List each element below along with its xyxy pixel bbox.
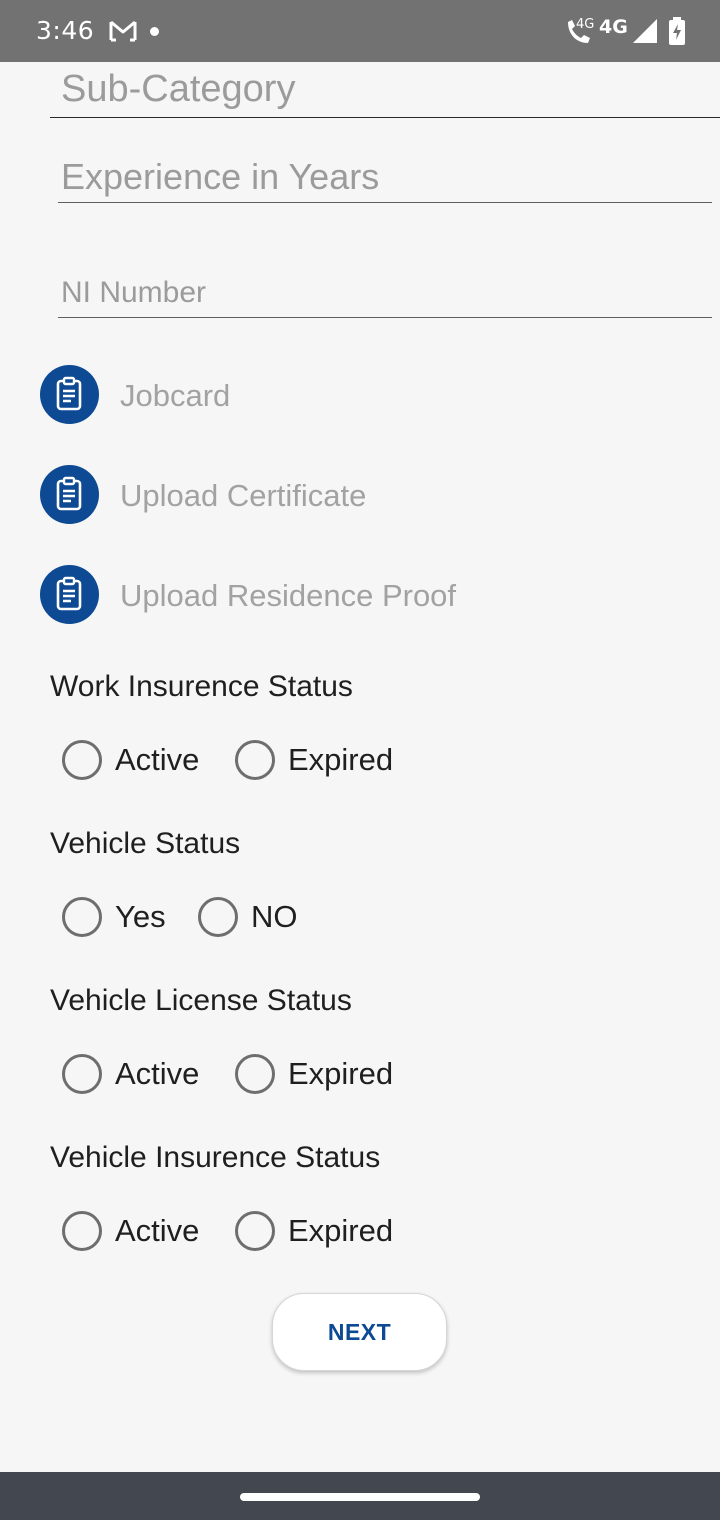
vehicle-license-expired-radio[interactable]: Expired xyxy=(235,1054,405,1094)
radio-label: Expired xyxy=(288,1213,394,1248)
document-upload-icon[interactable] xyxy=(40,565,99,624)
battery-charging-icon xyxy=(669,17,685,45)
home-gesture-handle[interactable] xyxy=(240,1493,480,1501)
radio-label: Expired xyxy=(288,1056,394,1091)
sub-category-field[interactable]: Sub-Category xyxy=(50,62,720,118)
radio-label: NO xyxy=(251,899,298,934)
navigation-bar xyxy=(0,1472,720,1520)
radio-circle[interactable] xyxy=(62,897,102,937)
radio-circle[interactable] xyxy=(235,1054,275,1094)
radio-label: Expired xyxy=(288,742,394,777)
next-button[interactable]: NEXT xyxy=(272,1293,447,1371)
upload-certificate-label: Upload Certificate xyxy=(120,478,367,513)
document-upload-icon[interactable] xyxy=(40,365,99,424)
radio-circle[interactable] xyxy=(198,897,238,937)
upload-residence-proof-row[interactable]: Upload Residence Proof xyxy=(40,565,640,625)
radio-label: Yes xyxy=(115,899,166,934)
status-bar: 3:46 4G 4G xyxy=(0,0,720,62)
upload-certificate-row[interactable]: Upload Certificate xyxy=(40,465,640,525)
vehicle-status-yes-radio[interactable]: Yes xyxy=(62,897,172,937)
radio-circle[interactable] xyxy=(62,1211,102,1251)
gmail-icon xyxy=(109,20,137,42)
radio-circle[interactable] xyxy=(62,1054,102,1094)
ni-number-placeholder: NI Number xyxy=(61,276,207,309)
radio-label: Active xyxy=(115,742,200,777)
document-upload-icon[interactable] xyxy=(40,465,99,524)
notification-dot-icon xyxy=(150,27,159,36)
experience-placeholder: Experience in Years xyxy=(61,156,380,197)
work-insurance-active-radio[interactable]: Active xyxy=(62,740,212,780)
vehicle-status-title: Vehicle Status xyxy=(50,827,241,860)
upload-jobcard-row[interactable]: Jobcard xyxy=(40,365,640,425)
radio-label: Active xyxy=(115,1213,200,1248)
sub-category-placeholder: Sub-Category xyxy=(61,68,296,110)
upload-residence-proof-label: Upload Residence Proof xyxy=(120,578,457,613)
vehicle-insurance-status-title: Vehicle Insurence Status xyxy=(50,1141,381,1174)
status-time: 3:46 xyxy=(36,16,95,45)
upload-jobcard-label: Jobcard xyxy=(120,378,231,413)
vehicle-license-status-title: Vehicle License Status xyxy=(50,984,352,1017)
work-insurance-expired-radio[interactable]: Expired xyxy=(235,740,405,780)
radio-circle[interactable] xyxy=(235,740,275,780)
vehicle-license-active-radio[interactable]: Active xyxy=(62,1054,212,1094)
ni-number-input[interactable]: NI Number xyxy=(58,272,712,318)
call-network-label: 4G xyxy=(576,17,595,32)
vehicle-insurance-expired-radio[interactable]: Expired xyxy=(235,1211,405,1251)
vehicle-status-no-radio[interactable]: NO xyxy=(198,897,308,937)
radio-circle[interactable] xyxy=(62,740,102,780)
work-insurance-status-title: Work Insurence Status xyxy=(50,670,353,703)
network-type-label: 4G xyxy=(599,16,628,38)
experience-input[interactable]: Experience in Years xyxy=(58,150,712,203)
signal-icon xyxy=(633,19,657,43)
radio-label: Active xyxy=(115,1056,200,1091)
radio-circle[interactable] xyxy=(235,1211,275,1251)
vehicle-insurance-active-radio[interactable]: Active xyxy=(62,1211,212,1251)
